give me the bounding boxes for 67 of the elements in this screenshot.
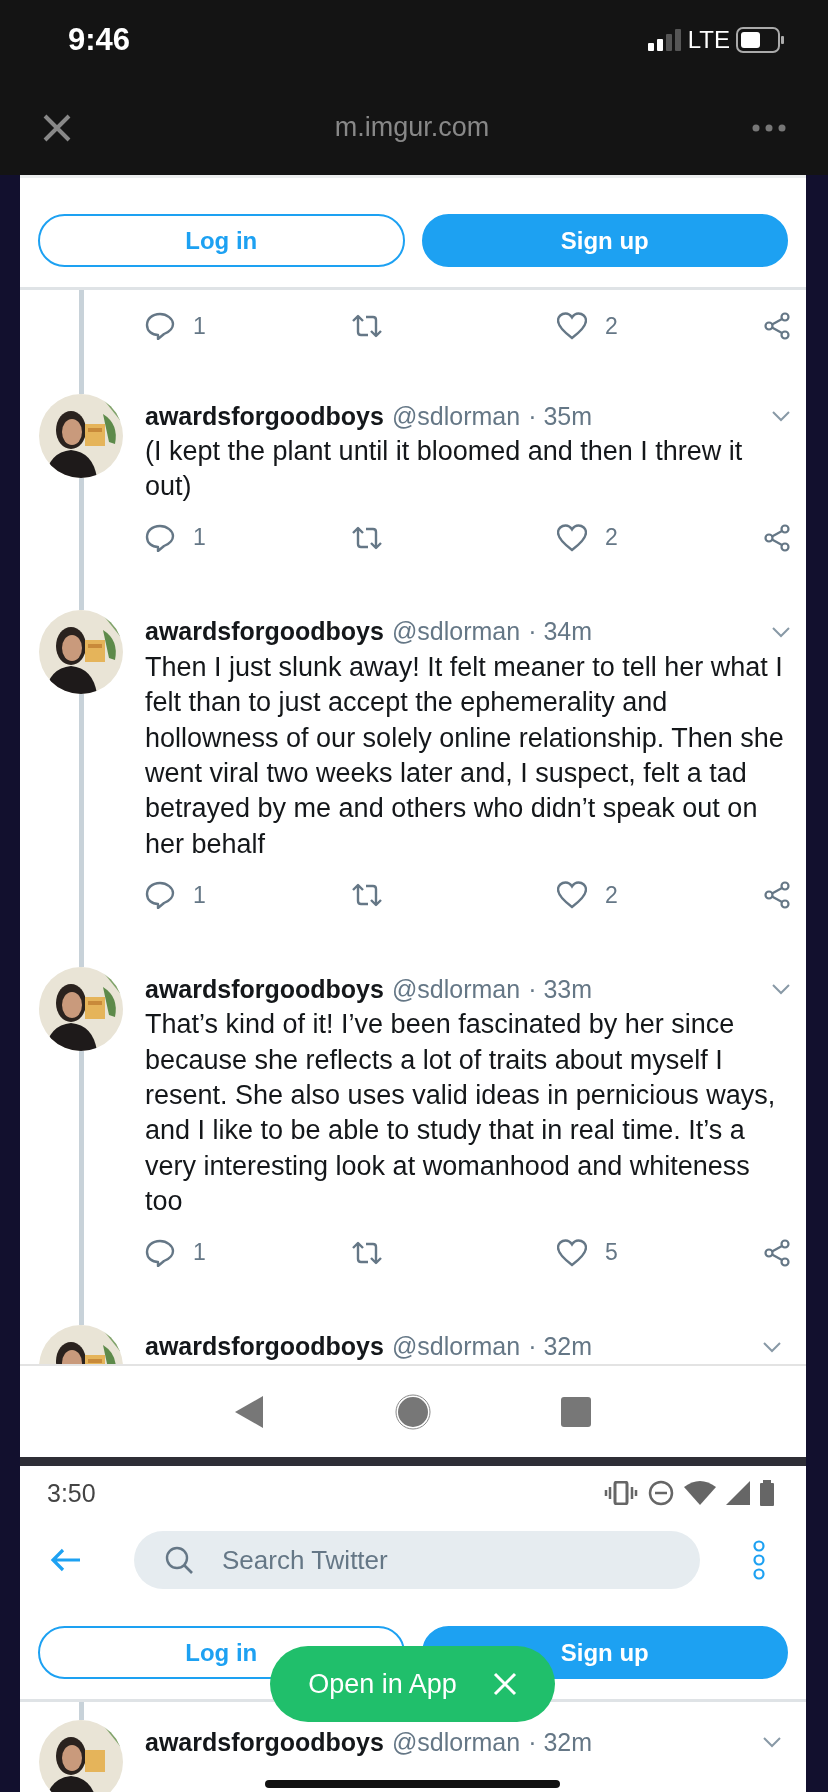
reply-icon[interactable] [145, 1238, 175, 1267]
author-handle: @sdlorman [391, 1332, 521, 1362]
back-icon[interactable] [235, 1395, 265, 1428]
retweet-icon[interactable] [351, 1240, 383, 1265]
author-name[interactable]: awardsforgoodboys [145, 401, 384, 431]
tweet-text: (I kept the plant until it bloomed and then I threw it out) [145, 435, 744, 504]
heart-icon[interactable] [557, 1238, 587, 1267]
author-handle: @sdlorman [391, 1727, 521, 1757]
wifi-icon [684, 1481, 716, 1505]
author-name[interactable]: awardsforgoodboys [145, 1727, 384, 1757]
like-count: 5 [605, 1239, 618, 1267]
author-handle: @sdlorman [391, 617, 521, 647]
reply-count: 1 [193, 312, 206, 340]
recents-icon[interactable] [561, 1396, 591, 1427]
tweet-time: · 35m [528, 401, 593, 431]
do-not-disturb-icon [648, 1480, 674, 1506]
tweet-time: · 32m [528, 1332, 593, 1362]
close-icon[interactable] [42, 112, 72, 143]
reply-icon[interactable] [145, 523, 175, 552]
like-count: 2 [605, 524, 618, 552]
battery-icon [736, 27, 784, 53]
heart-icon[interactable] [557, 523, 587, 552]
tweet-time: · 32m [528, 1727, 593, 1757]
chevron-icon[interactable] [771, 625, 791, 638]
network-label: LTE [687, 26, 730, 54]
home-icon[interactable] [395, 1393, 431, 1430]
back-arrow-icon[interactable] [50, 1548, 82, 1572]
author-handle: @sdlorman [391, 401, 521, 431]
chevron-icon[interactable] [771, 983, 791, 996]
tweet-text: That’s kind of it! I’ve been fascinated by her since because she reflects a lot of traits about myself I resent. She also uses valid ideas in pernicious ways, and I like to be able to study that in real time. It’s a very interesting look at womanhood and whiteness too [145, 1008, 777, 1219]
search-icon [164, 1545, 194, 1575]
tweet-time: · 33m [528, 974, 593, 1004]
more-icon[interactable] [752, 123, 786, 132]
reply-icon[interactable] [145, 312, 175, 340]
like-count: 2 [605, 312, 618, 340]
share-icon[interactable] [763, 523, 791, 552]
share-icon[interactable] [763, 1238, 791, 1267]
author-handle: @sdlorman [391, 974, 521, 1004]
retweet-icon[interactable] [351, 883, 383, 908]
search-field[interactable]: Search Twitter [134, 1531, 700, 1589]
tweet-time: · 34m [528, 617, 593, 647]
signal-icon [647, 29, 682, 51]
battery-icon [760, 1480, 774, 1506]
more-options-icon[interactable] [752, 1540, 766, 1580]
reply-count: 1 [193, 1239, 206, 1267]
reply-count: 1 [193, 881, 206, 909]
retweet-icon[interactable] [351, 525, 383, 550]
share-icon[interactable] [763, 312, 791, 340]
author-name[interactable]: awardsforgoodboys [145, 974, 384, 1004]
status-time: 9:46 [68, 22, 131, 58]
share-icon[interactable] [763, 881, 791, 910]
heart-icon[interactable] [557, 312, 587, 340]
author-name[interactable]: awardsforgoodboys [145, 1332, 384, 1362]
reply-icon[interactable] [145, 881, 175, 910]
heart-icon[interactable] [557, 881, 587, 910]
chevron-icon[interactable] [762, 1340, 782, 1353]
url-label: m.imgur.com [334, 112, 490, 143]
chevron-icon[interactable] [762, 1736, 782, 1748]
chevron-icon[interactable] [771, 410, 791, 422]
retweet-icon[interactable] [351, 314, 383, 338]
signal-icon [726, 1481, 750, 1505]
tweet-text: Then I just slunk away! It felt meaner to tell her what I felt than to just accept the ephemerality and hollowness of our solely online relationship. Then she went viral two weeks later and, I suspect, felt a tad betrayed by me and others who didn’t speak out on her behalf [145, 650, 785, 861]
author-name[interactable]: awardsforgoodboys [145, 617, 384, 647]
vibrate-icon [604, 1481, 638, 1505]
like-count: 2 [605, 881, 618, 909]
reply-count: 1 [193, 524, 206, 552]
status-time: 3:50 [47, 1478, 96, 1508]
